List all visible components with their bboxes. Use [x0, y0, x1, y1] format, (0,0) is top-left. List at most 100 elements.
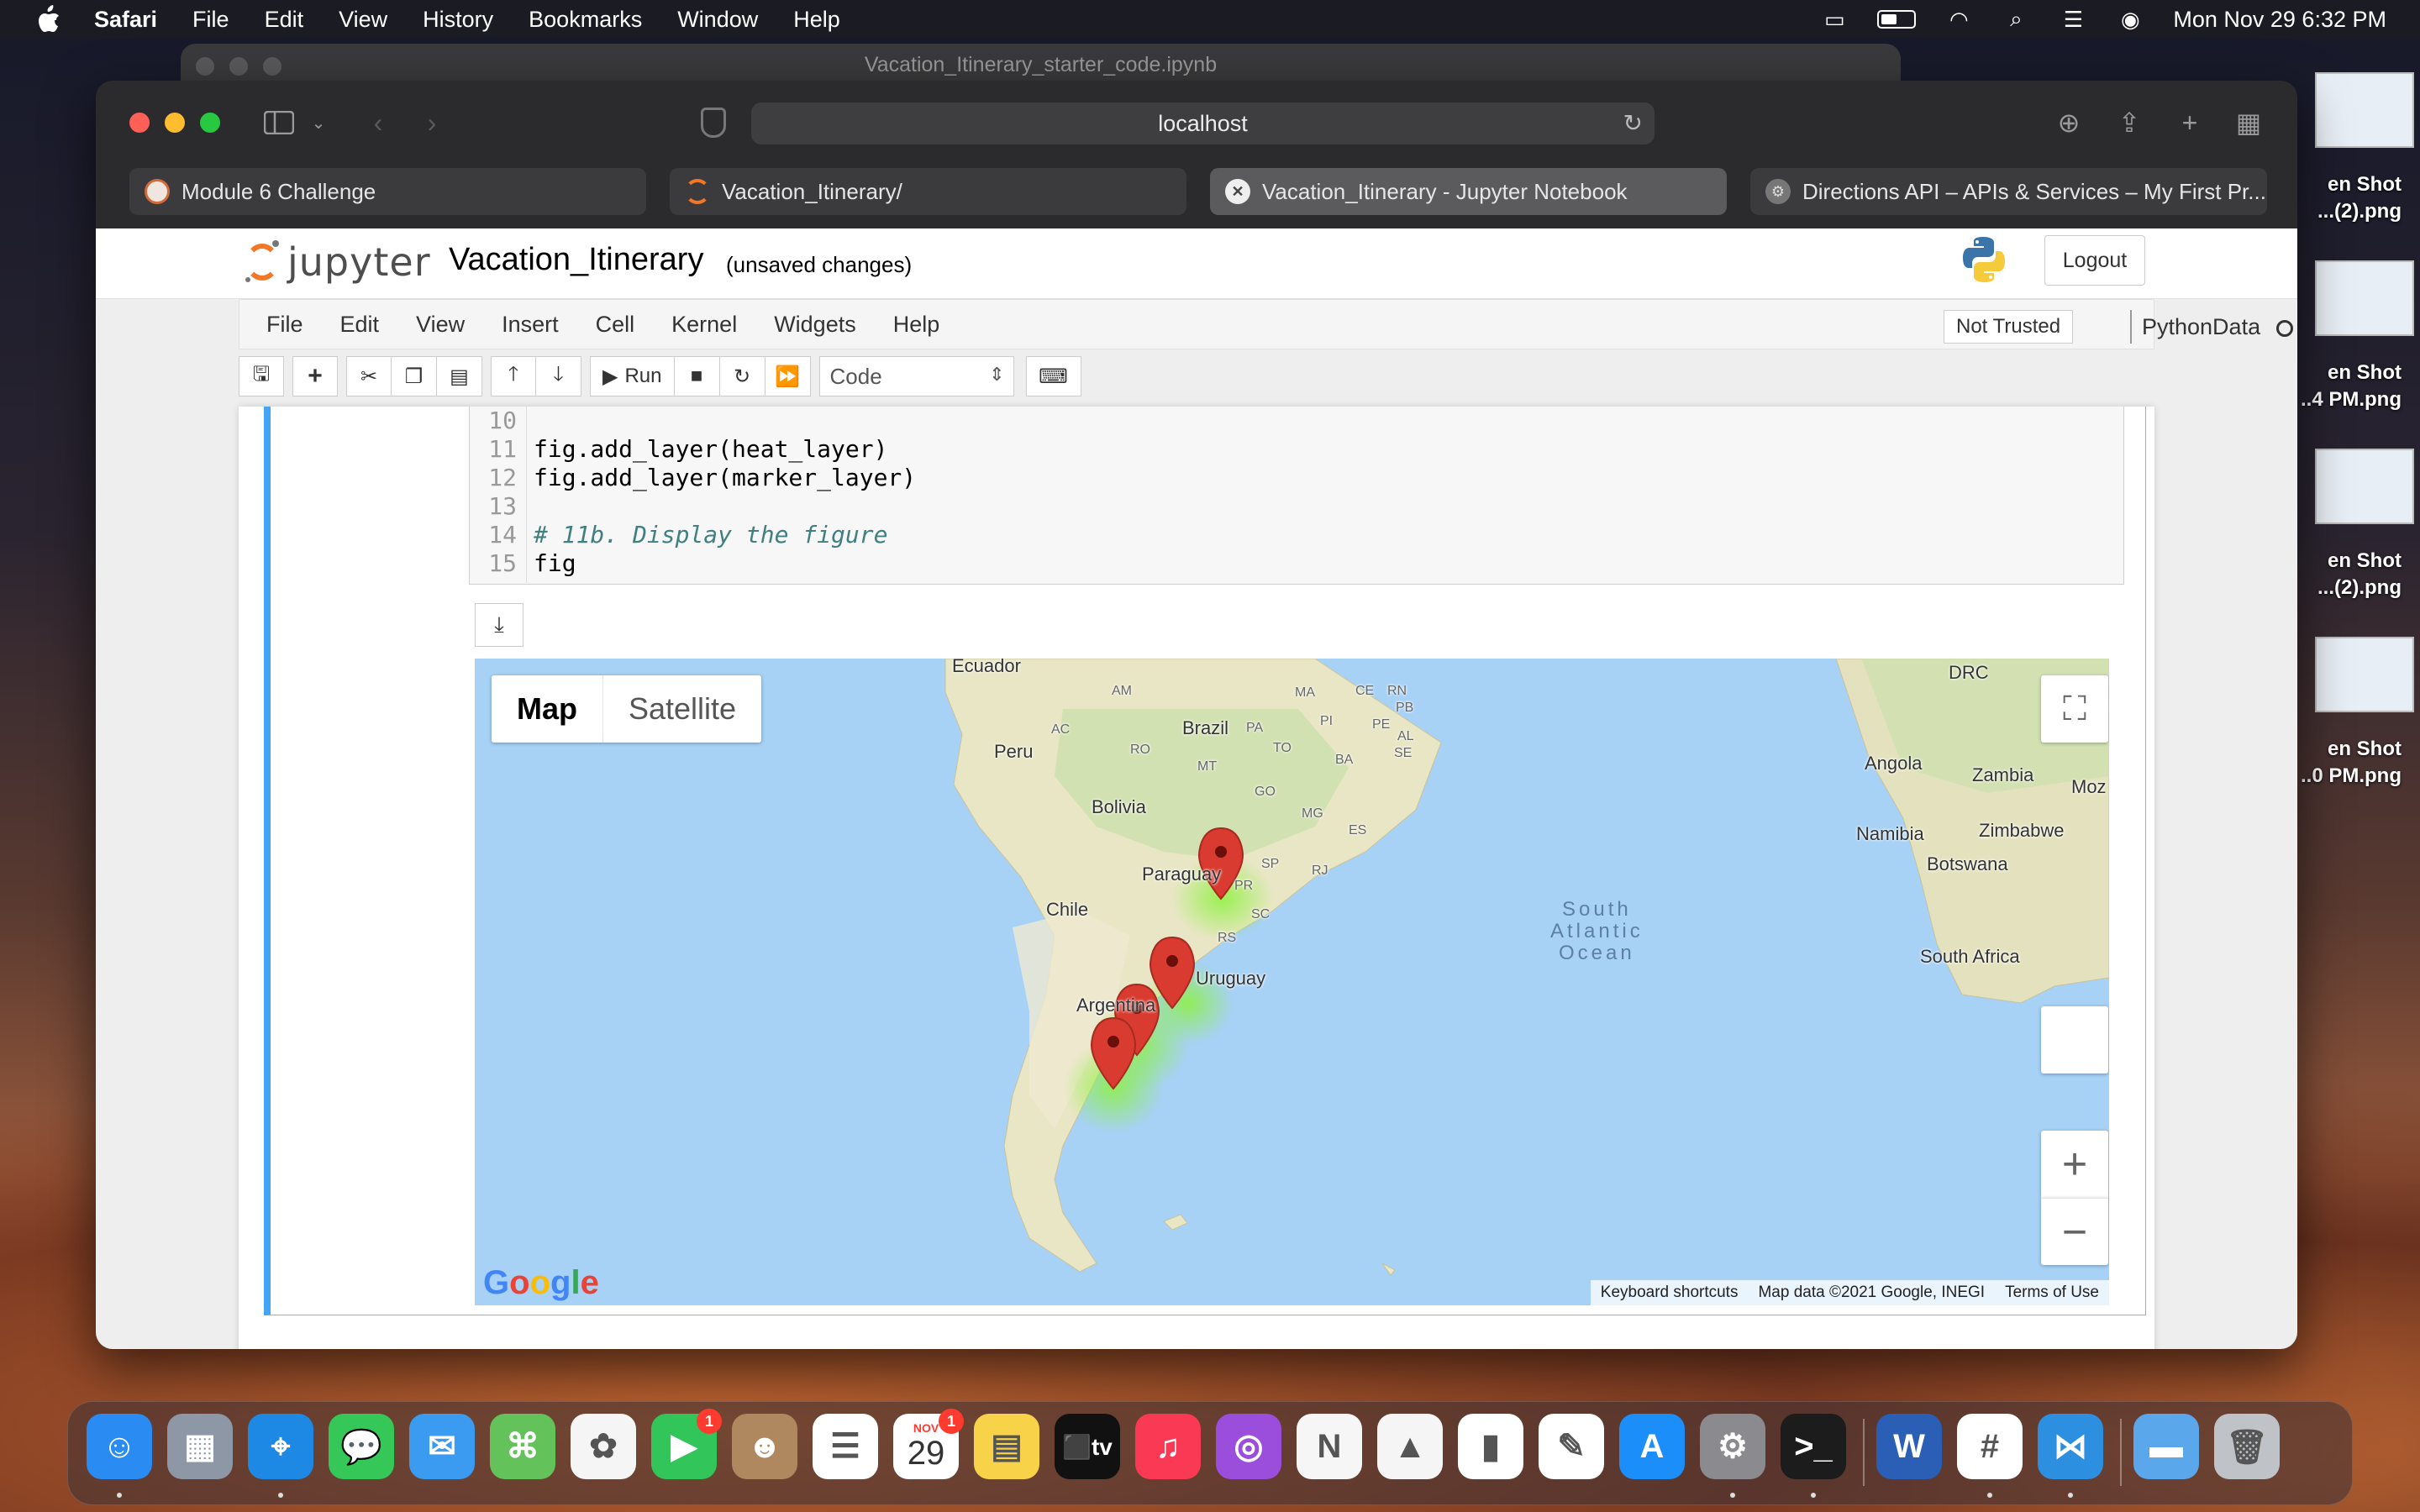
tab-vacation-itinerary-folder[interactable]: Vacation_Itinerary/: [670, 168, 1186, 215]
safari-icon[interactable]: ⌖: [248, 1414, 313, 1479]
map-type-map-button[interactable]: Map: [492, 675, 603, 743]
cut-icon[interactable]: ✂: [346, 356, 392, 396]
chevron-down-icon[interactable]: ⌄: [306, 106, 331, 139]
restart-icon[interactable]: ↻: [719, 356, 765, 396]
back-arrow-icon[interactable]: ‹: [361, 106, 395, 139]
output-download-icon[interactable]: ⤓: [475, 603, 523, 647]
notes-icon[interactable]: ▤: [974, 1414, 1039, 1479]
word-icon[interactable]: W: [1876, 1414, 1942, 1479]
code-line[interactable]: fig: [534, 549, 576, 578]
menu-edit[interactable]: Edit: [265, 7, 304, 33]
messages-icon[interactable]: 💬: [329, 1414, 394, 1479]
maps-icon[interactable]: ⌘: [490, 1414, 555, 1479]
pages-icon[interactable]: ✎: [1539, 1414, 1604, 1479]
kernel-name[interactable]: PythonData: [2130, 310, 2260, 344]
apple-tv-icon[interactable]: ⬛tv: [1055, 1414, 1120, 1479]
apple-menu-icon[interactable]: [34, 4, 64, 34]
app-store-icon[interactable]: A: [1619, 1414, 1685, 1479]
nb-menu-widgets[interactable]: Widgets: [774, 312, 856, 338]
podcasts-icon[interactable]: ◎: [1216, 1414, 1281, 1479]
keynote-icon[interactable]: ▲: [1377, 1414, 1443, 1479]
close-tab-icon[interactable]: ✕: [1225, 179, 1250, 204]
restart-run-all-icon[interactable]: ⏩: [765, 356, 811, 396]
spotlight-search-icon[interactable]: ⌕: [2002, 6, 2030, 31]
code-line[interactable]: # 11b. Display the figure: [534, 521, 887, 549]
slack-icon[interactable]: #: [1957, 1414, 2023, 1479]
reload-icon[interactable]: ↻: [1623, 109, 1643, 137]
menu-window[interactable]: Window: [677, 7, 758, 33]
music-icon[interactable]: ♫: [1135, 1414, 1201, 1479]
reminders-icon[interactable]: ☰: [813, 1414, 878, 1479]
run-button[interactable]: ▶ Run: [590, 356, 675, 396]
move-up-icon[interactable]: 🡑: [491, 356, 536, 396]
mail-icon[interactable]: ✉: [409, 1414, 475, 1479]
trash-icon[interactable]: 🗑: [2214, 1414, 2280, 1479]
menu-bookmarks[interactable]: Bookmarks: [529, 7, 642, 33]
nb-menu-help[interactable]: Help: [893, 312, 940, 338]
code-cell[interactable]: 10 11 fig.add_layer(heat_layer) 12 fig.add_l…: [264, 407, 2146, 1315]
nb-menu-kernel[interactable]: Kernel: [671, 312, 737, 338]
minimize-window-button[interactable]: [165, 113, 185, 133]
calendar-icon[interactable]: NOV 29 1: [893, 1409, 964, 1479]
tab-vacation-itinerary-notebook[interactable]: ✕ Vacation_Itinerary - Jupyter Notebook: [1210, 168, 1727, 215]
trust-status-button[interactable]: Not Trusted: [1944, 310, 2074, 344]
photos-icon[interactable]: ✿: [571, 1414, 636, 1479]
nb-menu-insert[interactable]: Insert: [502, 312, 559, 338]
privacy-shield-icon[interactable]: [701, 108, 726, 138]
menu-view[interactable]: View: [339, 7, 387, 33]
finder-icon[interactable]: ☺: [87, 1414, 152, 1479]
menu-file[interactable]: File: [192, 7, 229, 33]
system-preferences-icon[interactable]: ⚙: [1700, 1414, 1765, 1479]
sidebar-toggle-icon[interactable]: [260, 106, 297, 139]
interrupt-icon[interactable]: ■: [674, 356, 720, 396]
terminal-icon[interactable]: >_: [1781, 1414, 1846, 1479]
fullscreen-icon[interactable]: ⛶: [2041, 675, 2108, 743]
zoom-out-button[interactable]: −: [2041, 1198, 2108, 1265]
street-view-button[interactable]: [2041, 1006, 2108, 1074]
nb-menu-view[interactable]: View: [416, 312, 465, 338]
tab-module-6-challenge[interactable]: Module 6 Challenge: [129, 168, 646, 215]
copy-icon[interactable]: ❐: [392, 356, 437, 396]
save-icon[interactable]: 🖫: [239, 356, 284, 396]
notebook-title[interactable]: Vacation_Itinerary: [449, 242, 703, 278]
zoom-window-button[interactable]: [200, 113, 220, 133]
nb-menu-cell[interactable]: Cell: [596, 312, 635, 338]
numbers-icon[interactable]: ▮: [1458, 1414, 1523, 1479]
google-map[interactable]: Ecuador DRC Brazil Peru Bolivia Paraguay…: [475, 659, 2109, 1305]
new-tab-icon[interactable]: +: [2171, 106, 2208, 139]
logout-button[interactable]: Logout: [2044, 235, 2145, 286]
menu-app-name[interactable]: Safari: [94, 7, 157, 33]
menubar-clock[interactable]: Mon Nov 29 6:32 PM: [2173, 7, 2386, 33]
map-type-satellite-button[interactable]: Satellite: [603, 675, 761, 743]
screen-mirroring-icon[interactable]: ▭: [1820, 7, 1849, 32]
insert-cell-icon[interactable]: +: [292, 356, 338, 396]
paste-icon[interactable]: ▤: [437, 356, 482, 396]
battery-icon[interactable]: [1877, 10, 1917, 29]
close-window-button[interactable]: [129, 113, 150, 133]
siri-icon[interactable]: ◉: [2116, 7, 2144, 32]
code-editor[interactable]: 10 11 fig.add_layer(heat_layer) 12 fig.add_l…: [469, 407, 2124, 585]
launchpad-icon[interactable]: ▦: [167, 1414, 233, 1479]
menu-help[interactable]: Help: [793, 7, 840, 33]
menu-history[interactable]: History: [423, 7, 493, 33]
nb-menu-edit[interactable]: Edit: [340, 312, 380, 338]
contacts-icon[interactable]: ☻: [732, 1414, 797, 1479]
code-line[interactable]: fig.add_layer(heat_layer): [534, 435, 887, 464]
address-bar[interactable]: localhost ↻: [751, 102, 1655, 144]
wifi-icon[interactable]: ◠: [1944, 7, 1973, 32]
jupyter-logo[interactable]: jupyter: [244, 237, 431, 287]
tab-directions-api[interactable]: ⚙ Directions API – APIs & Services – My …: [1750, 168, 2267, 215]
nb-menu-file[interactable]: File: [266, 312, 303, 338]
keyboard-shortcuts-link[interactable]: Keyboard shortcuts: [1591, 1284, 1749, 1302]
forward-arrow-icon[interactable]: ›: [415, 106, 449, 139]
keyboard-shortcuts-icon[interactable]: ⌨: [1025, 356, 1081, 396]
move-down-icon[interactable]: 🡓: [536, 356, 581, 396]
control-center-icon[interactable]: ☰: [2059, 7, 2087, 32]
downloads-folder-icon[interactable]: ▬: [2133, 1414, 2199, 1479]
cell-type-select[interactable]: Code: [818, 356, 1014, 396]
news-icon[interactable]: N: [1297, 1414, 1362, 1479]
vscode-icon[interactable]: ⋈: [2038, 1414, 2103, 1479]
downloads-icon[interactable]: ⊕: [2050, 106, 2087, 139]
facetime-icon[interactable]: ▶ 1: [651, 1409, 722, 1479]
tab-overview-icon[interactable]: ▦: [2230, 106, 2267, 139]
